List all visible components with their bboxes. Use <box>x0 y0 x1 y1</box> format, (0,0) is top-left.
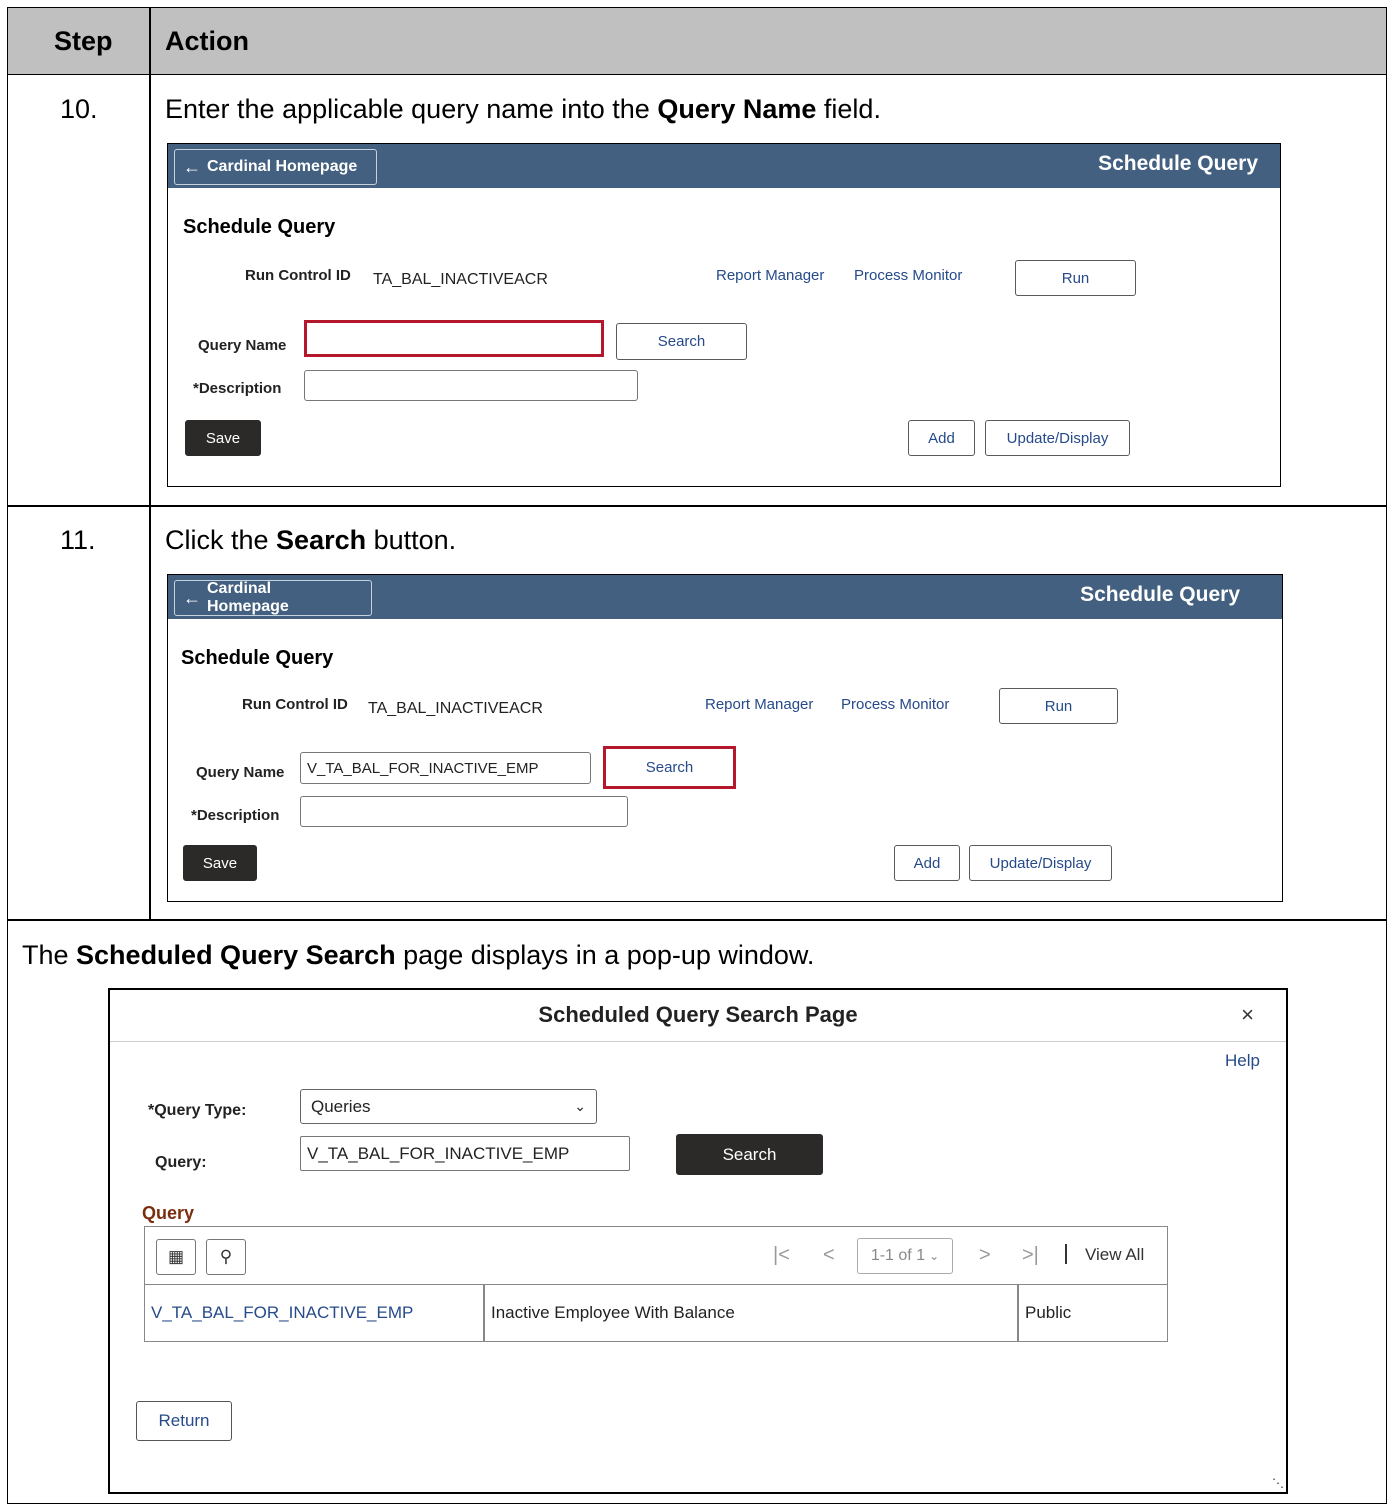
search-button[interactable]: Search <box>616 323 747 360</box>
description-label: *Description <box>191 807 280 824</box>
popup-note: The Scheduled Query Search page displays… <box>22 940 814 971</box>
step-text-part: field. <box>816 94 881 124</box>
report-manager-link[interactable]: Report Manager <box>716 267 824 284</box>
table-header-row: Step Action <box>8 8 1386 75</box>
run-button[interactable]: Run <box>1015 260 1136 296</box>
step-text-bold: Search <box>276 525 367 555</box>
previous-icon[interactable]: < <box>823 1244 835 1267</box>
cardinal-homepage-button[interactable]: ← Cardinal Homepage <box>174 149 377 185</box>
popup-title: Scheduled Query Search Page <box>538 1002 858 1027</box>
ps-banner: ← Cardinal Homepage Schedule Query <box>168 575 1282 619</box>
save-button[interactable]: Save <box>183 845 257 881</box>
query-owner-cell: Public <box>1025 1303 1072 1322</box>
back-arrow-icon: ← <box>183 587 201 608</box>
save-button[interactable]: Save <box>185 420 261 456</box>
step-instruction: Enter the applicable query name into the… <box>165 94 881 125</box>
note-text-part: page displays in a pop-up window. <box>395 940 815 970</box>
header-action: Action <box>165 26 249 56</box>
close-icon[interactable]: × <box>1241 1002 1254 1028</box>
schedule-query-screenshot: ← Cardinal Homepage Schedule Query Sched… <box>167 574 1283 902</box>
column-divider <box>149 8 151 919</box>
report-manager-link[interactable]: Report Manager <box>705 696 813 713</box>
banner-title: Schedule Query <box>1080 583 1240 606</box>
home-button-label: Cardinal Homepage <box>207 580 289 615</box>
grid-toolbar: ▦ ⚲ |< < 1-1 of 1 ⌄ > >| View All <box>145 1227 1167 1285</box>
resize-handle-icon[interactable]: ⋱ <box>1272 1476 1284 1490</box>
run-control-value: TA_BAL_INACTIVEACR <box>373 271 548 288</box>
run-control-label: Run Control ID <box>245 267 351 284</box>
description-input[interactable] <box>300 796 628 827</box>
update-display-button[interactable]: Update/Display <box>985 420 1130 456</box>
query-name-link[interactable]: V_TA_BAL_FOR_INACTIVE_EMP <box>145 1285 483 1341</box>
run-control-label: Run Control ID <box>242 696 348 713</box>
step-text-part: button. <box>366 525 457 555</box>
query-type-label: *Query Type: <box>148 1102 247 1119</box>
note-text-part: The <box>22 940 77 970</box>
description-input[interactable] <box>304 370 638 401</box>
description-label: *Description <box>193 380 282 397</box>
step-text-bold: Query Name <box>657 94 817 124</box>
query-input[interactable]: V_TA_BAL_FOR_INACTIVE_EMP <box>300 1136 630 1171</box>
step-text-part: Enter the applicable query name into the <box>165 94 658 124</box>
home-button-label: Cardinal Homepage <box>207 158 358 175</box>
search-button[interactable]: Search <box>676 1134 823 1175</box>
help-link[interactable]: Help <box>1225 1051 1260 1071</box>
personalize-grid-icon[interactable]: ▦ <box>156 1239 196 1275</box>
step-number: 11. <box>60 525 96 555</box>
process-monitor-link[interactable]: Process Monitor <box>841 696 949 713</box>
step-instruction: Click the Search button. <box>165 525 456 556</box>
query-results-grid: ▦ ⚲ |< < 1-1 of 1 ⌄ > >| View All V_TA_B… <box>144 1226 1168 1342</box>
separator <box>1065 1244 1067 1264</box>
find-icon[interactable]: ⚲ <box>206 1239 246 1275</box>
row-divider <box>8 505 1386 507</box>
return-button[interactable]: Return <box>136 1401 232 1441</box>
update-display-button[interactable]: Update/Display <box>969 845 1112 881</box>
process-monitor-link[interactable]: Process Monitor <box>854 267 962 284</box>
query-name-label: Query Name <box>198 337 287 354</box>
popup-header: Scheduled Query Search Page × <box>110 990 1286 1042</box>
page-title: Schedule Query <box>183 216 336 238</box>
query-description-cell: Inactive Employee With Balance <box>491 1303 735 1322</box>
note-text-bold: Scheduled Query Search <box>76 940 396 970</box>
row-divider <box>8 919 1386 921</box>
query-type-select[interactable]: Queries ⌄ <box>300 1089 597 1124</box>
page-title: Schedule Query <box>181 647 334 669</box>
table-row: V_TA_BAL_FOR_INACTIVE_EMP Inactive Emplo… <box>145 1285 1167 1341</box>
add-button[interactable]: Add <box>894 845 960 881</box>
grid-title: Query <box>142 1203 195 1223</box>
view-all-link[interactable]: View All <box>1085 1245 1144 1265</box>
step-text-part: Click the <box>165 525 277 555</box>
step-number: 10. <box>60 94 98 124</box>
last-page-icon[interactable]: >| <box>1022 1244 1039 1267</box>
cardinal-homepage-button[interactable]: ← Cardinal Homepage <box>174 580 372 616</box>
query-name-input[interactable]: V_TA_BAL_FOR_INACTIVE_EMP <box>300 752 591 784</box>
ps-banner: ← Cardinal Homepage Schedule Query <box>168 144 1280 188</box>
banner-title: Schedule Query <box>1098 152 1258 175</box>
query-name-input[interactable] <box>304 320 604 357</box>
add-button[interactable]: Add <box>908 420 975 456</box>
first-page-icon[interactable]: |< <box>773 1244 790 1267</box>
query-label: Query: <box>155 1154 207 1171</box>
back-arrow-icon: ← <box>183 156 201 177</box>
schedule-query-screenshot: ← Cardinal Homepage Schedule Query Sched… <box>167 143 1281 487</box>
page-selector[interactable]: 1-1 of 1 ⌄ <box>857 1238 953 1274</box>
run-button[interactable]: Run <box>999 688 1118 724</box>
pager-text: 1-1 of 1 <box>870 1247 926 1264</box>
scheduled-query-search-popup: Scheduled Query Search Page × Help *Quer… <box>108 988 1288 1494</box>
chevron-down-icon: ⌄ <box>929 1249 940 1263</box>
next-icon[interactable]: > <box>979 1244 991 1267</box>
query-name-label: Query Name <box>196 764 285 781</box>
query-type-value: Queries <box>311 1096 371 1116</box>
search-button[interactable]: Search <box>603 746 736 789</box>
chevron-down-icon: ⌄ <box>574 1098 586 1114</box>
run-control-value: TA_BAL_INACTIVEACR <box>368 700 543 717</box>
header-step: Step <box>54 26 113 56</box>
